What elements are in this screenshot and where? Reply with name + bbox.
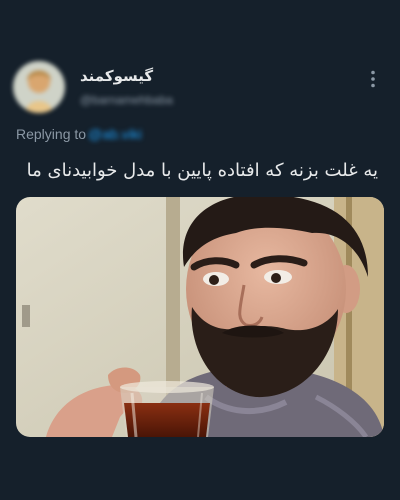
avatar[interactable] [13, 61, 65, 113]
display-name[interactable]: گیسوکمند [80, 67, 153, 85]
photo-image [16, 197, 384, 437]
tweet-media-photo[interactable] [16, 197, 384, 437]
reply-target-link[interactable]: @ab.viki [88, 126, 142, 142]
tweet: گیسوکمند @barnamehbaba Replying to @ab.v… [0, 0, 400, 500]
user-handle[interactable]: @barnamehbaba [80, 93, 173, 107]
more-vertical-icon[interactable] [363, 68, 383, 90]
tweet-text: یه غلت بزنه که افتاده پایین با مدل خوابی… [26, 160, 378, 181]
replying-to-label: Replying to [16, 126, 87, 142]
avatar-image [13, 61, 65, 113]
